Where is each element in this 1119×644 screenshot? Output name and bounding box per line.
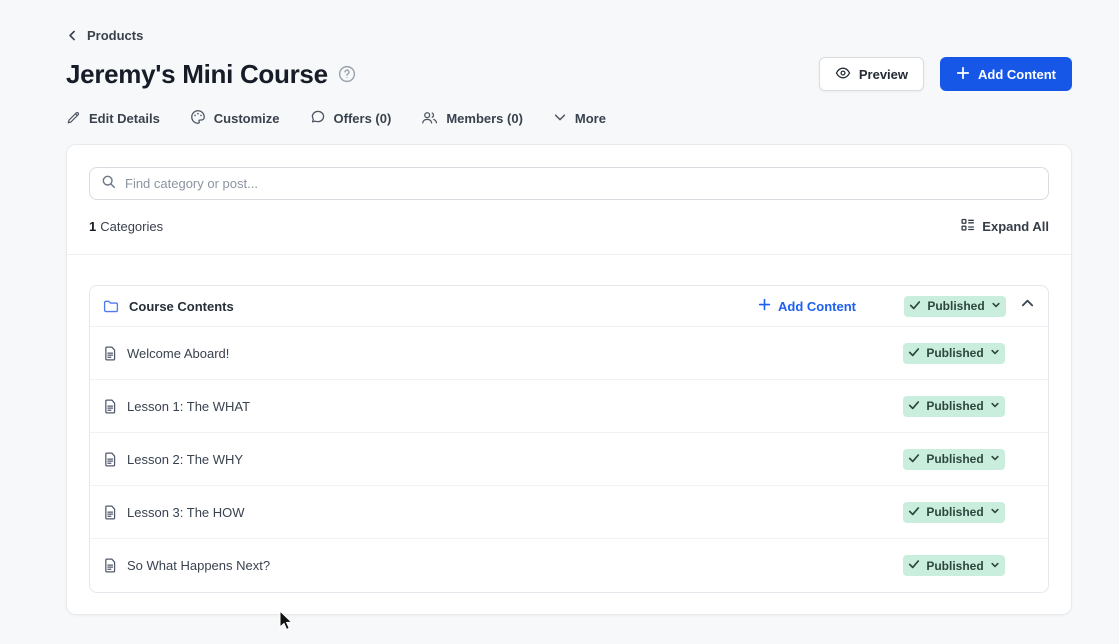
- document-icon: [103, 346, 117, 361]
- status-label: Published: [926, 399, 983, 413]
- check-icon: [909, 299, 921, 314]
- plus-icon: [758, 298, 771, 314]
- question-circle-icon[interactable]: [338, 65, 356, 83]
- add-content-button-label: Add Content: [978, 67, 1056, 82]
- post-title: Lesson 1: The WHAT: [127, 399, 250, 414]
- expand-all-button[interactable]: Expand All: [960, 217, 1049, 235]
- categories-count-number: 1: [89, 219, 96, 234]
- tab-label: Offers (0): [334, 111, 392, 126]
- post-row[interactable]: Lesson 2: The WHY Published: [90, 433, 1048, 486]
- chevron-left-icon: [66, 29, 79, 42]
- categories-count: 1 Categories: [89, 219, 163, 234]
- search-icon: [101, 174, 116, 194]
- status-label: Published: [926, 505, 983, 519]
- check-icon: [908, 558, 920, 573]
- chevron-down-icon: [553, 110, 567, 127]
- post-title: Welcome Aboard!: [127, 346, 229, 361]
- post-status-dropdown[interactable]: Published: [903, 555, 1005, 576]
- product-page: Products Jeremy's Mini Course Preview Ad…: [0, 0, 1119, 615]
- tab-offers[interactable]: Offers (0): [310, 109, 392, 128]
- expand-all-label: Expand All: [982, 219, 1049, 234]
- category-row-course-contents[interactable]: Course Contents Add Content Published: [90, 286, 1048, 327]
- chevron-down-icon: [990, 452, 1000, 466]
- post-row[interactable]: So What Happens Next? Published: [90, 539, 1048, 592]
- post-row[interactable]: Lesson 1: The WHAT Published: [90, 380, 1048, 433]
- chevron-down-icon: [990, 505, 1000, 519]
- tab-edit-details[interactable]: Edit Details: [66, 110, 160, 128]
- post-title: Lesson 3: The HOW: [127, 505, 245, 520]
- document-icon: [103, 399, 117, 414]
- chevron-down-icon: [990, 559, 1000, 573]
- post-row[interactable]: Welcome Aboard! Published: [90, 327, 1048, 380]
- search-input[interactable]: [125, 176, 1037, 191]
- tab-label: Customize: [214, 111, 280, 126]
- chevron-down-icon: [990, 346, 1000, 360]
- post-title: So What Happens Next?: [127, 558, 270, 573]
- collapse-category-button[interactable]: [1020, 296, 1035, 316]
- tab-label: Members (0): [446, 111, 523, 126]
- status-label: Published: [927, 299, 984, 313]
- post-row[interactable]: Lesson 3: The HOW Published: [90, 486, 1048, 539]
- plus-icon: [956, 66, 970, 83]
- preview-button[interactable]: Preview: [819, 57, 924, 91]
- eye-icon: [835, 65, 851, 84]
- post-status-dropdown[interactable]: Published: [903, 396, 1005, 417]
- contents-card: 1Categories Expand All Co: [66, 144, 1072, 615]
- check-icon: [908, 505, 920, 520]
- category-add-content-label: Add Content: [778, 299, 856, 314]
- search-box: [89, 167, 1049, 200]
- breadcrumb-label: Products: [87, 28, 143, 43]
- tab-label: More: [575, 111, 606, 126]
- check-icon: [908, 452, 920, 467]
- palette-icon: [190, 109, 206, 128]
- post-title: Lesson 2: The WHY: [127, 452, 243, 467]
- check-icon: [908, 346, 920, 361]
- document-icon: [103, 452, 117, 467]
- title-row: Jeremy's Mini Course Preview Add Content: [66, 57, 1072, 91]
- category-add-content-link[interactable]: Add Content: [758, 298, 856, 314]
- status-label: Published: [926, 559, 983, 573]
- document-icon: [103, 505, 117, 520]
- title-actions: Preview Add Content: [819, 57, 1072, 91]
- tab-bar: Edit Details Customize Offers (0) Member…: [66, 109, 1072, 128]
- post-status-dropdown[interactable]: Published: [903, 449, 1005, 470]
- post-status-dropdown[interactable]: Published: [903, 343, 1005, 364]
- expand-all-icon: [960, 217, 975, 235]
- tab-members[interactable]: Members (0): [421, 110, 523, 128]
- add-content-button[interactable]: Add Content: [940, 57, 1072, 91]
- category-status-dropdown[interactable]: Published: [904, 296, 1006, 317]
- post-status-dropdown[interactable]: Published: [903, 502, 1005, 523]
- status-label: Published: [926, 346, 983, 360]
- chevron-down-icon: [991, 299, 1001, 313]
- page-title: Jeremy's Mini Course: [66, 59, 328, 90]
- tab-label: Edit Details: [89, 111, 160, 126]
- tab-more[interactable]: More: [553, 110, 606, 127]
- breadcrumb-back-products[interactable]: Products: [66, 28, 143, 43]
- categories-count-label: Categories: [100, 219, 163, 234]
- chevron-up-icon: [1020, 296, 1035, 316]
- chevron-down-icon: [990, 399, 1000, 413]
- check-icon: [908, 399, 920, 414]
- users-icon: [421, 110, 438, 128]
- preview-button-label: Preview: [859, 67, 908, 82]
- categories-meta-row: 1 Categories Expand All: [89, 217, 1049, 254]
- tab-customize[interactable]: Customize: [190, 109, 280, 128]
- chat-bubble-icon: [310, 109, 326, 128]
- pencil-icon: [66, 110, 81, 128]
- status-label: Published: [926, 452, 983, 466]
- category-list: Course Contents Add Content Published: [89, 285, 1049, 593]
- document-icon: [103, 558, 117, 573]
- category-name: Course Contents: [129, 299, 234, 314]
- folder-icon: [103, 299, 119, 313]
